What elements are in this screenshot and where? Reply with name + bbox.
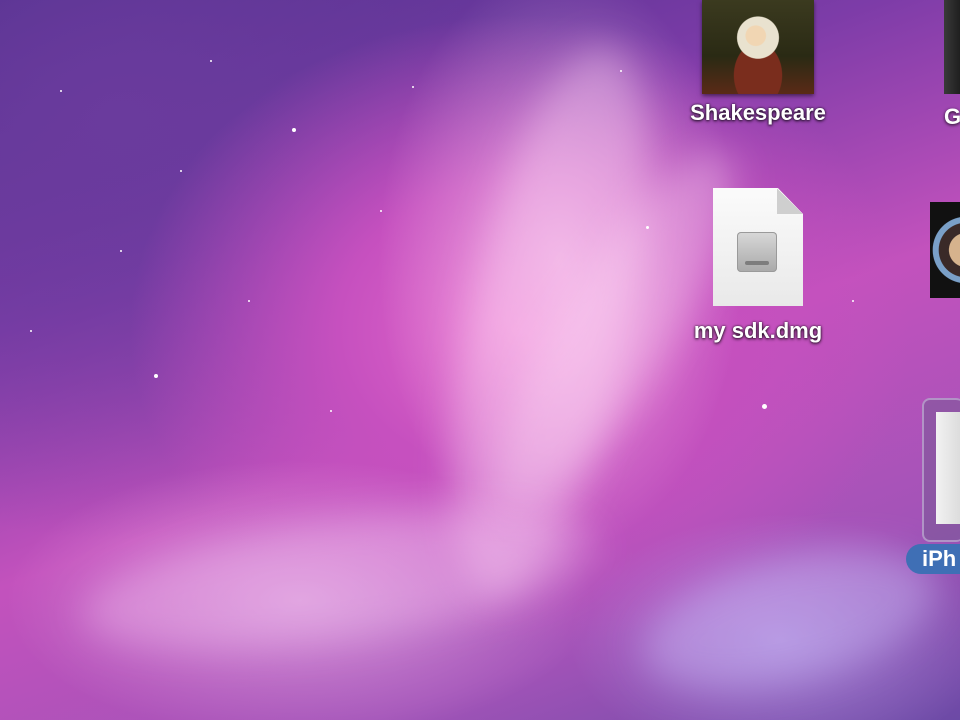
desktop-icon-label-selected: iPh [906,544,960,574]
star [852,300,854,302]
star [30,330,32,332]
star [412,86,414,88]
desktop-icon-iphone-selected[interactable]: iPh [906,398,960,578]
star [620,70,622,72]
desktop-icon-my-sdk-dmg[interactable]: my sdk.dmg [672,188,844,344]
wallpaper-streak [629,525,951,715]
page-fold [777,188,803,214]
star [292,128,296,132]
star [248,300,250,302]
star [120,250,122,252]
desktop-icon-partial-g[interactable]: G [944,0,960,150]
desktop-icon-label: my sdk.dmg [693,318,823,343]
desktop-icon-shakespeare[interactable]: Shakespeare [672,0,844,126]
star [210,60,212,62]
drive-icon [737,232,777,272]
app-icon[interactable] [930,202,960,298]
disk-image-file-icon [713,188,803,306]
star [180,170,182,172]
portrait-image-icon [702,0,814,94]
star [154,374,158,378]
star [646,226,649,229]
star [60,90,62,92]
image-thumbnail-icon [944,0,960,94]
star [380,210,382,212]
desktop-icon-label: Shakespeare [690,100,826,125]
star [330,410,332,412]
star [762,404,767,409]
iphone-device-icon [936,412,960,524]
desktop-icon-label: G [944,104,960,129]
wallpaper-streak [74,484,606,676]
wallpaper-streak [413,29,687,611]
desktop[interactable]: Shakespeare my sdk.dmg G iPh [0,0,960,720]
